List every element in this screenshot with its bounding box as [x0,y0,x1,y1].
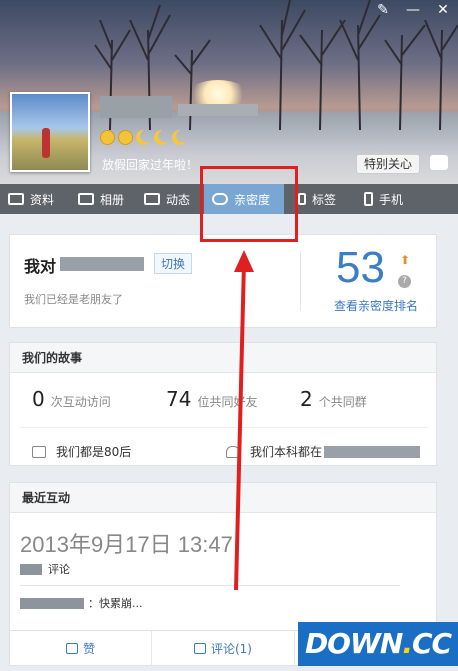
annotation-arrow [234,250,254,591]
watermark-logo: DOWN.CC [298,622,458,666]
